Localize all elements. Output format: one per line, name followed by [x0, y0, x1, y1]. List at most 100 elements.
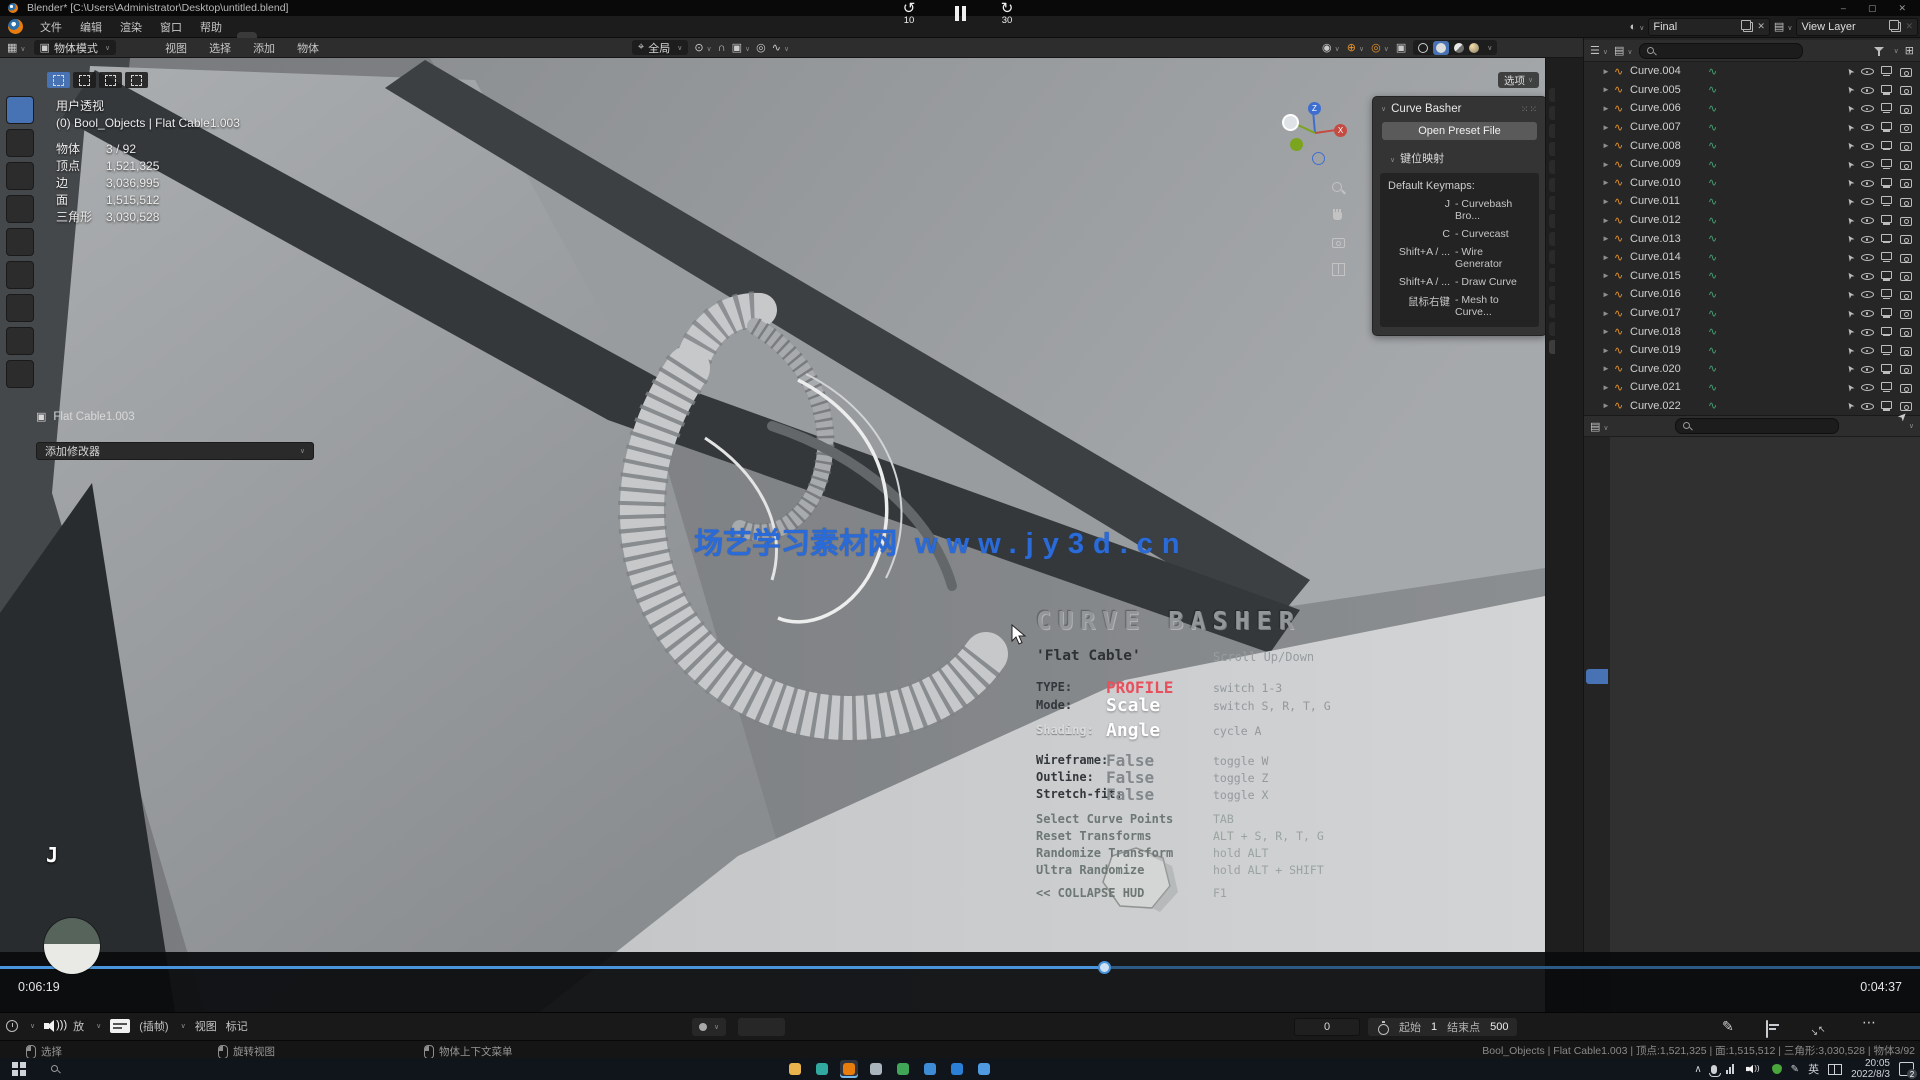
workspace-tab[interactable] — [237, 32, 257, 38]
taskbar-clock[interactable]: 20:05 2022/8/3 — [1851, 1058, 1890, 1080]
new-collection-icon[interactable]: ⊞ — [1905, 44, 1914, 57]
timeline-menu-marker[interactable]: 标记 — [226, 1018, 248, 1034]
object-name[interactable]: Curve.022 — [1630, 400, 1694, 412]
snap-target-icon[interactable]: ▣∨ — [732, 41, 751, 54]
hide-viewport-icon[interactable] — [1861, 177, 1874, 189]
overlays-icon[interactable]: ◎∨ — [1371, 41, 1389, 54]
properties-tab[interactable] — [1586, 725, 1608, 740]
timeline-menu-view[interactable]: 视图 — [195, 1018, 217, 1034]
start-frame-value[interactable]: 1 — [1431, 1021, 1437, 1033]
disable-render-icon[interactable] — [1899, 270, 1912, 282]
disable-render-icon[interactable] — [1899, 121, 1912, 133]
expand-arrow-icon[interactable]: ► — [1602, 141, 1614, 150]
properties-options-icon[interactable]: ∨ — [1909, 422, 1914, 430]
sidebar-tab[interactable] — [1549, 124, 1555, 138]
hide-viewport-icon[interactable] — [1861, 140, 1874, 152]
properties-tab[interactable] — [1586, 613, 1608, 628]
tool-button[interactable] — [6, 195, 34, 223]
annotate-pencil-icon[interactable]: ✎ — [1722, 1018, 1734, 1035]
expand-arrow-icon[interactable]: ► — [1602, 216, 1614, 225]
tool-button[interactable] — [6, 96, 34, 124]
scene-icon[interactable]: ◐∨ — [1630, 21, 1645, 33]
zoom-icon[interactable] — [1330, 180, 1346, 196]
object-name[interactable]: Curve.021 — [1630, 381, 1694, 393]
outliner-row[interactable]: ► ∿ Curve.021 ∿ ➤ — [1584, 378, 1920, 397]
editor-type-icon[interactable]: ▦∨ — [7, 41, 26, 54]
disable-viewport-icon[interactable] — [1880, 121, 1893, 133]
object-name[interactable]: Curve.014 — [1630, 251, 1694, 263]
expand-arrow-icon[interactable]: ► — [1602, 383, 1614, 392]
expand-arrow-icon[interactable]: ► — [1602, 253, 1614, 262]
menu-item[interactable]: 渲染 — [111, 19, 151, 35]
disable-render-icon[interactable] — [1899, 363, 1912, 375]
hide-viewport-icon[interactable] — [1861, 270, 1874, 282]
unlink-scene-icon[interactable]: ✕ — [1757, 21, 1765, 32]
gizmo-highlighted-axis[interactable] — [1284, 116, 1297, 129]
disable-viewport-icon[interactable] — [1880, 400, 1893, 412]
outliner-row[interactable]: ► ∿ Curve.011 ∿ ➤ — [1584, 192, 1920, 211]
add-modifier-dropdown[interactable]: 添加修改器 ∨ — [36, 442, 314, 460]
object-name[interactable]: Curve.007 — [1630, 121, 1694, 133]
expand-arrow-icon[interactable]: ► — [1602, 123, 1614, 132]
outliner-row[interactable]: ► ∿ Curve.009 ∿ ➤ — [1584, 155, 1920, 174]
disable-viewport-icon[interactable] — [1880, 84, 1893, 96]
properties-tab[interactable] — [1586, 809, 1608, 824]
object-name[interactable]: Curve.020 — [1630, 363, 1694, 375]
breadcrumb-object-name[interactable]: Flat Cable1.003 — [53, 411, 134, 423]
object-name[interactable]: Curve.013 — [1630, 233, 1694, 245]
outliner-row[interactable]: ► ∿ Curve.007 ∿ ➤ — [1584, 118, 1920, 137]
disable-render-icon[interactable] — [1899, 233, 1912, 245]
expand-arrow-icon[interactable]: ► — [1602, 346, 1614, 355]
sidebar-tab[interactable] — [1549, 214, 1555, 228]
outliner-row[interactable]: ► ∿ Curve.005 ∿ ➤ — [1584, 81, 1920, 100]
expand-arrow-icon[interactable]: ► — [1602, 85, 1614, 94]
object-name[interactable]: Curve.017 — [1630, 307, 1694, 319]
workspace-tab[interactable] — [377, 32, 397, 38]
outliner-row[interactable]: ► ∿ Curve.013 ∿ ➤ — [1584, 229, 1920, 248]
timeline-editor-icon[interactable] — [6, 1020, 18, 1032]
sidebar-tab[interactable] — [1549, 196, 1555, 210]
properties-tab[interactable] — [1586, 669, 1608, 684]
taskbar-app-icon[interactable] — [813, 1060, 831, 1078]
start-button[interactable] — [12, 1062, 26, 1076]
new-scene-icon[interactable] — [1743, 22, 1753, 32]
outliner-row[interactable]: ► ∿ Curve.015 ∿ ➤ — [1584, 267, 1920, 286]
hide-viewport-icon[interactable] — [1861, 307, 1874, 319]
selectable-icon[interactable]: ➤ — [1845, 177, 1858, 189]
video-progress-remaining[interactable] — [1111, 966, 1920, 969]
disable-viewport-icon[interactable] — [1880, 140, 1893, 152]
taskbar-app-icon[interactable] — [840, 1060, 858, 1078]
header-menu-item[interactable]: 添加 — [244, 40, 284, 56]
hide-viewport-icon[interactable] — [1861, 326, 1874, 338]
more-options-icon[interactable]: ⋯ — [1862, 1014, 1876, 1031]
hide-viewport-icon[interactable] — [1861, 381, 1874, 393]
outliner-row[interactable]: ► ∿ Curve.004 ∿ ➤ — [1584, 62, 1920, 81]
properties-tab[interactable] — [1586, 529, 1608, 544]
sidebar-tab[interactable] — [1549, 232, 1555, 246]
properties-tab[interactable] — [1586, 697, 1608, 712]
network-icon[interactable] — [1726, 1064, 1734, 1074]
tool-button[interactable] — [6, 294, 34, 322]
disable-viewport-icon[interactable] — [1880, 214, 1893, 226]
disable-render-icon[interactable] — [1899, 158, 1912, 170]
select-subtract-button[interactable] — [99, 72, 122, 88]
pan-hand-icon[interactable] — [1330, 207, 1346, 223]
expand-arrow-icon[interactable]: ► — [1602, 290, 1614, 299]
properties-tab[interactable] — [1586, 781, 1608, 796]
view-layer-selector[interactable]: View Layer ✕ — [1796, 18, 1918, 36]
disable-render-icon[interactable] — [1899, 140, 1912, 152]
hide-viewport-icon[interactable] — [1861, 65, 1874, 77]
open-preset-file-button[interactable]: Open Preset File — [1382, 122, 1537, 140]
disable-render-icon[interactable] — [1899, 195, 1912, 207]
maximize-button[interactable]: ▢ — [1868, 3, 1877, 14]
options-dropdown[interactable]: 选项∨ — [1498, 72, 1539, 88]
gizmo-x-axis[interactable]: X — [1334, 124, 1347, 137]
snap-magnet-icon[interactable]: ∩ — [718, 42, 726, 54]
menu-item[interactable]: 编辑 — [71, 19, 111, 35]
microphone-icon[interactable] — [1711, 1065, 1717, 1074]
preview-range-icon[interactable] — [1377, 1021, 1389, 1034]
object-name[interactable]: Curve.018 — [1630, 326, 1694, 338]
hide-viewport-icon[interactable] — [1861, 400, 1874, 412]
outliner-filter-mode-icon[interactable]: ▤∨ — [1614, 44, 1633, 57]
object-name[interactable]: Curve.010 — [1630, 177, 1694, 189]
